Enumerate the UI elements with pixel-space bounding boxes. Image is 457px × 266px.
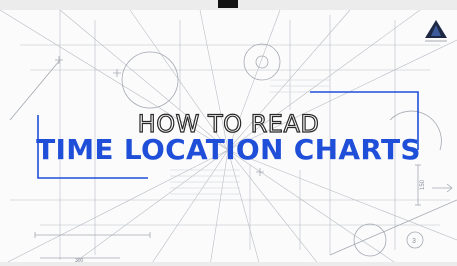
- dimension-right: 150: [420, 179, 426, 190]
- title-line-2: TIME LOCATION CHARTS: [36, 133, 421, 166]
- circle-number: 3: [412, 238, 416, 245]
- bottom-strip: [0, 262, 457, 266]
- brand-triangle-icon: [425, 20, 447, 42]
- video-thumbnail[interactable]: 150 3 300 HOW TO READ TIME LOCATION CHAR…: [0, 0, 457, 266]
